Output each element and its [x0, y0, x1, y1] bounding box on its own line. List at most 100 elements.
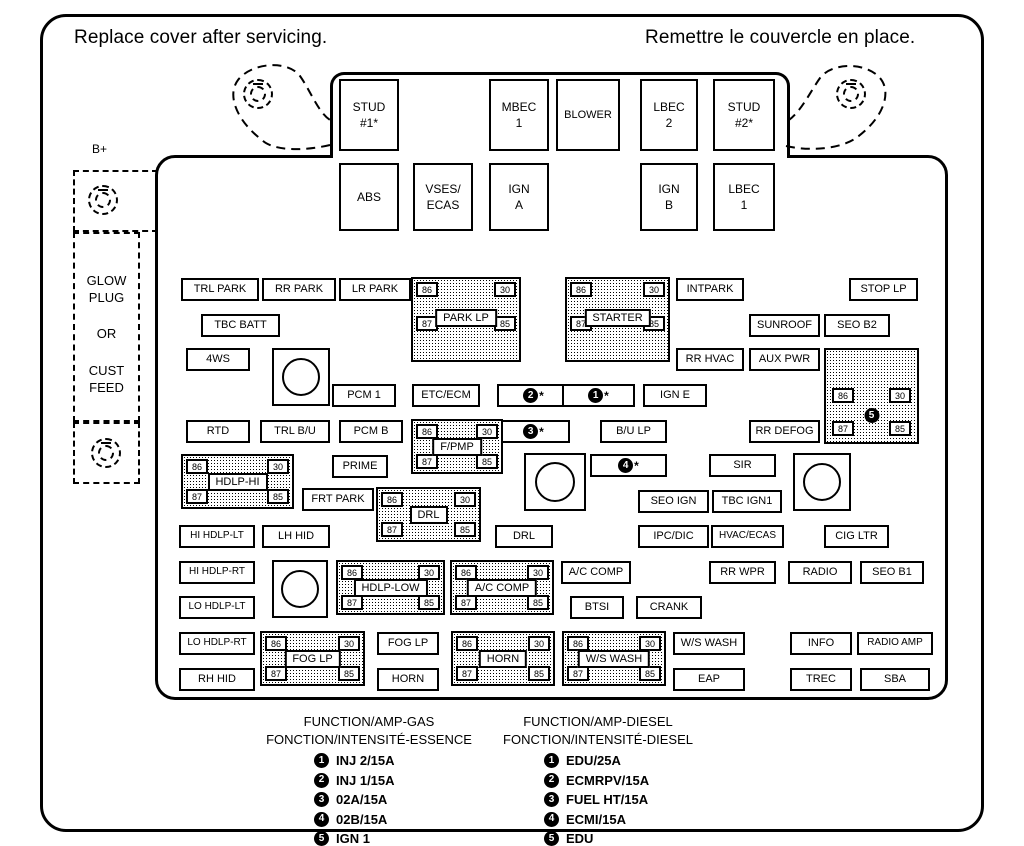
fuse-fog-lp[interactable]: FOG LP	[377, 632, 439, 655]
cartridge-ign-a-line2: A	[514, 198, 523, 212]
legend-diesel-item-3: 3 FUEL HT/15A	[544, 790, 718, 810]
relay-drl-terminal-85: 85	[454, 522, 476, 537]
fuse-trec[interactable]: TREC	[790, 668, 852, 691]
relay-horn[interactable]: 86 30 87 85 HORN	[451, 631, 555, 686]
fuse-frt-park[interactable]: FRT PARK	[302, 488, 374, 511]
fuse-sba[interactable]: SBA	[860, 668, 930, 691]
fuse-ws-wash[interactable]: W/S WASH	[673, 632, 745, 655]
fuse-rr-defog[interactable]: RR DEFOG	[749, 420, 820, 443]
fuse-number-2-star: *	[539, 388, 544, 403]
cartridge-blower[interactable]: BLOWER	[556, 79, 620, 151]
legend-gas-text-4: 02B/15A	[336, 811, 388, 827]
relay-drl[interactable]: 86 30 87 85 DRL	[376, 487, 481, 542]
cartridge-mbec-1-line1: MBEC	[501, 99, 537, 114]
fuse-horn[interactable]: HORN	[377, 668, 439, 691]
socket-empty-upper-left[interactable]	[272, 348, 330, 406]
legend-diesel-bullet-2: 2	[544, 772, 559, 788]
fuse-tbc-ign1[interactable]: TBC IGN1	[712, 490, 782, 513]
fuse-etc-ecm[interactable]: ETC/ECM	[412, 384, 480, 407]
fuse-rr-hvac[interactable]: RR HVAC	[676, 348, 744, 371]
cartridge-lbec-2[interactable]: LBEC 2	[640, 79, 698, 151]
fuse-rr-wpr[interactable]: RR WPR	[709, 561, 776, 584]
legend-gas-bullet-2: 2	[314, 772, 329, 788]
socket-empty-center[interactable]	[524, 453, 586, 511]
fuse-pcm-b[interactable]: PCM B	[339, 420, 403, 443]
fuse-rh-hid[interactable]: RH HID	[179, 668, 255, 691]
fuse-aux-pwr[interactable]: AUX PWR	[749, 348, 820, 371]
fuse-prime[interactable]: PRIME	[332, 455, 388, 478]
fuse-number-4[interactable]: 4 *	[590, 454, 667, 477]
relay-park-lp[interactable]: 86 30 87 85 PARK LP	[411, 277, 521, 362]
fuse-radio-amp[interactable]: RADIO AMP	[857, 632, 933, 655]
legend-gas-bullet-4: 4	[314, 811, 329, 827]
fuse-hi-hdlp-rt[interactable]: HI HDLP-RT	[179, 561, 255, 584]
fuse-seo-b2[interactable]: SEO B2	[824, 314, 890, 337]
relay-ws-wash[interactable]: 86 30 87 85 W/S WASH	[562, 631, 666, 686]
cartridge-lbec-1[interactable]: LBEC 1	[713, 163, 775, 231]
relay-fog-lp[interactable]: 86 30 87 85 FOG LP	[260, 631, 365, 686]
fuse-intpark[interactable]: INTPARK	[676, 278, 744, 301]
socket-empty-right[interactable]	[793, 453, 851, 511]
cartridge-stud-2[interactable]: STUD #2*	[713, 79, 775, 151]
fuse-ign-e[interactable]: IGN E	[643, 384, 707, 407]
glow-plug-line-or: OR	[96, 326, 117, 341]
socket-empty-lower-left[interactable]	[272, 560, 328, 618]
relay-ign-1-number-5[interactable]: 86 30 87 85 5	[824, 348, 919, 444]
relay-hdlp-low[interactable]: 86 30 87 85 HDLP-LOW	[336, 560, 445, 615]
stud2-terminal-icon	[836, 79, 866, 109]
fuse-radio[interactable]: RADIO	[788, 561, 852, 584]
fuse-lo-hdlp-lt[interactable]: LO HDLP-LT	[179, 596, 255, 619]
fuse-number-3-bullet: 3	[523, 424, 539, 439]
fuse-trl-bu[interactable]: TRL B/U	[260, 420, 330, 443]
relay-ac-comp[interactable]: 86 30 87 85 A/C COMP	[450, 560, 554, 615]
relay-foglp-label: FOG LP	[284, 649, 341, 668]
fuse-lr-park[interactable]: LR PARK	[339, 278, 411, 301]
fuse-4ws[interactable]: 4WS	[186, 348, 250, 371]
fuse-info[interactable]: INFO	[790, 632, 852, 655]
fuse-hi-hdlp-lt[interactable]: HI HDLP-LT	[179, 525, 255, 548]
relay-hdlphi-terminal-30: 30	[267, 459, 289, 474]
fuse-drl[interactable]: DRL	[495, 525, 553, 548]
cartridge-stud-2-line1: STUD	[727, 99, 761, 114]
cartridge-stud-1[interactable]: STUD #1*	[339, 79, 399, 151]
fuse-rtd[interactable]: RTD	[186, 420, 250, 443]
fuse-box-diagram: Replace cover after servicing. Remettre …	[0, 0, 1024, 846]
fuse-sir[interactable]: SIR	[709, 454, 776, 477]
legend-gas-item-5: 5 IGN 1	[314, 829, 480, 846]
relay-f-pmp[interactable]: 86 30 87 85 F/PMP	[411, 419, 503, 474]
fuse-number-2[interactable]: 2 *	[497, 384, 570, 407]
fuse-btsi[interactable]: BTSI	[570, 596, 624, 619]
cartridge-ign-a[interactable]: IGN A	[489, 163, 549, 231]
fuse-pcm-1[interactable]: PCM 1	[332, 384, 396, 407]
fuse-sunroof[interactable]: SUNROOF	[749, 314, 820, 337]
legend-diesel-text-5: EDU	[566, 831, 594, 846]
fuse-bu-lp[interactable]: B/U LP	[600, 420, 667, 443]
cartridge-abs[interactable]: ABS	[339, 163, 399, 231]
cartridge-mbec-1[interactable]: MBEC 1	[489, 79, 549, 151]
legend-diesel-text-4: ECMI/15A	[566, 811, 626, 827]
fuse-lh-hid[interactable]: LH HID	[262, 525, 330, 548]
fuse-ipc-dic[interactable]: IPC/DIC	[638, 525, 709, 548]
fuse-stop-lp[interactable]: STOP LP	[849, 278, 918, 301]
fuse-eap[interactable]: EAP	[673, 668, 745, 691]
fuse-rr-park[interactable]: RR PARK	[262, 278, 336, 301]
legend-diesel-bullet-3: 3	[544, 792, 559, 808]
fuse-number-3[interactable]: 3 *	[497, 420, 570, 443]
relay-horn-terminal-86: 86	[456, 636, 478, 651]
fuse-lo-hdlp-rt[interactable]: LO HDLP-RT	[179, 632, 255, 655]
relay-starter[interactable]: 86 30 87 85 STARTER	[565, 277, 670, 362]
fuse-number-1[interactable]: 1 *	[562, 384, 635, 407]
cartridge-vses-ecas[interactable]: VSES/ ECAS	[413, 163, 473, 231]
fuse-seo-ign[interactable]: SEO IGN	[638, 490, 709, 513]
fuse-seo-b1[interactable]: SEO B1	[860, 561, 924, 584]
fuse-trl-park[interactable]: TRL PARK	[181, 278, 259, 301]
fuse-tbc-batt[interactable]: TBC BATT	[201, 314, 280, 337]
cartridge-ign-b[interactable]: IGN B	[640, 163, 698, 231]
fuse-ac-comp[interactable]: A/C COMP	[561, 561, 631, 584]
fuse-number-1-star: *	[604, 388, 609, 403]
fuse-crank[interactable]: CRANK	[636, 596, 702, 619]
relay-hdlp-hi[interactable]: 86 30 87 85 HDLP-HI	[181, 454, 294, 509]
fuse-hvac-ecas[interactable]: HVAC/ECAS	[711, 525, 784, 548]
fuse-cig-ltr[interactable]: CIG LTR	[824, 525, 889, 548]
fuse-number-2-bullet: 2	[523, 388, 539, 403]
